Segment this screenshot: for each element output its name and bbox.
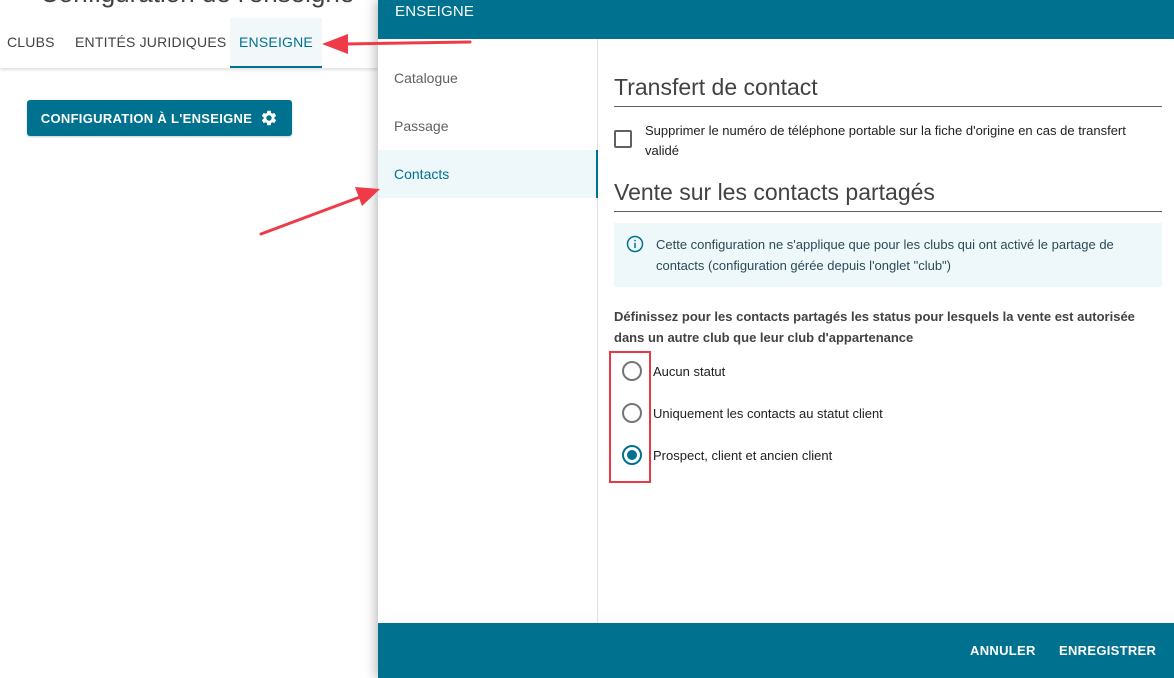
- tab-entites-juridiques[interactable]: ENTITÉS JURIDIQUES: [75, 18, 226, 68]
- config-enseigne-button[interactable]: CONFIGURATION À L'ENSEIGNE: [27, 100, 292, 136]
- radio-option-client[interactable]: Uniquement les contacts au statut client: [622, 403, 883, 423]
- section-title-transfert: Transfert de contact: [614, 74, 1162, 107]
- delete-phone-checkbox[interactable]: [614, 130, 632, 148]
- nav-item-passage[interactable]: Passage: [378, 102, 597, 150]
- background-page: Configuration de l'enseigne CLUBS ENTITÉ…: [0, 0, 378, 678]
- cancel-button[interactable]: ANNULER: [970, 643, 1036, 658]
- save-button[interactable]: ENREGISTRER: [1059, 643, 1156, 658]
- drawer-title: ENSEIGNE: [395, 3, 475, 20]
- info-text: Cette configuration ne s'applique que po…: [656, 237, 1114, 273]
- tab-bar: CLUBS ENTITÉS JURIDIQUES ENSEIGNE: [0, 18, 378, 68]
- section-title-vente: Vente sur les contacts partagés: [614, 179, 1162, 212]
- annotation-highlight-box: [609, 351, 651, 483]
- page-title-clip: Configuration de l'enseigne: [0, 0, 378, 10]
- delete-phone-option[interactable]: Supprimer le numéro de téléphone portabl…: [614, 121, 1162, 161]
- radio-label-prospect[interactable]: Prospect, client et ancien client: [653, 448, 832, 463]
- drawer-footer: ANNULER ENREGISTRER: [378, 623, 1174, 678]
- config-enseigne-label: CONFIGURATION À L'ENSEIGNE: [40, 110, 253, 126]
- tab-enseigne[interactable]: ENSEIGNE: [230, 18, 322, 68]
- drawer-header: ENSEIGNE: [378, 0, 1174, 39]
- radio-option-prospect[interactable]: Prospect, client et ancien client: [622, 445, 832, 465]
- info-box: Cette configuration ne s'applique que po…: [614, 223, 1162, 287]
- tab-clubs[interactable]: CLUBS: [7, 18, 55, 68]
- shared-sales-question: Définissez pour les contacts partagés le…: [614, 309, 1135, 345]
- nav-item-contacts[interactable]: Contacts: [378, 150, 598, 198]
- info-icon: [626, 235, 644, 253]
- gear-icon: [262, 110, 277, 126]
- delete-phone-label[interactable]: Supprimer le numéro de téléphone portabl…: [645, 121, 1145, 161]
- enseigne-drawer: ENSEIGNE Catalogue Passage Contacts Tran…: [378, 0, 1174, 678]
- radio-label-aucun[interactable]: Aucun statut: [653, 364, 725, 379]
- radio-label-client[interactable]: Uniquement les contacts au statut client: [653, 406, 883, 421]
- nav-item-catalogue[interactable]: Catalogue: [378, 54, 597, 102]
- drawer-nav: Catalogue Passage Contacts: [378, 39, 598, 623]
- page-title: Configuration de l'enseigne: [40, 0, 354, 9]
- drawer-content: Transfert de contact Supprimer le numéro…: [609, 39, 1162, 623]
